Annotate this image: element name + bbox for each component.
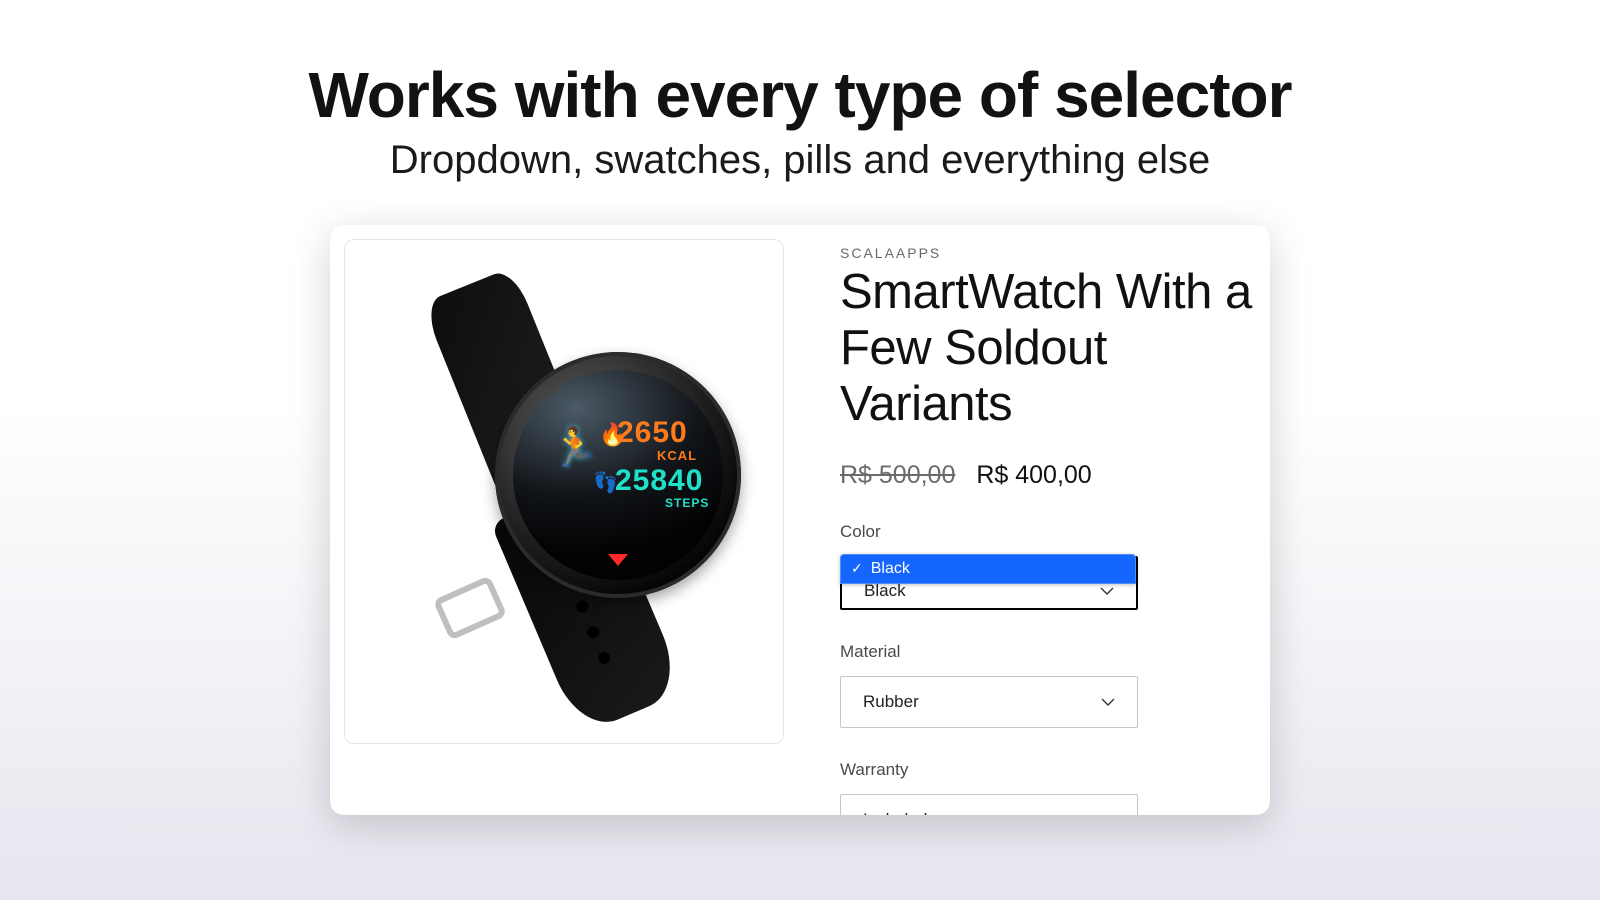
price-sale: R$ 400,00: [976, 461, 1091, 489]
chevron-down-icon: [1101, 813, 1115, 815]
price-original: R$ 500,00: [840, 461, 955, 489]
warranty-select[interactable]: Included: [840, 794, 1138, 815]
product-brand: SCALAAPPS: [840, 245, 1252, 261]
warranty-select-value: Included: [863, 810, 927, 815]
kcal-label: KCAL: [657, 448, 697, 463]
color-option-label: Black: [871, 560, 910, 578]
material-select-value: Rubber: [863, 692, 919, 712]
product-image[interactable]: 🏃 🔥 2650 KCAL 👣 25840 STEPS: [344, 239, 784, 744]
steps-label: STEPS: [665, 496, 709, 510]
material-label: Material: [840, 642, 1252, 662]
kcal-value: 2650: [617, 416, 688, 450]
watch-buckle: [433, 575, 508, 640]
chevron-down-icon: [1100, 584, 1114, 598]
material-field: Material Rubber: [840, 642, 1252, 728]
check-icon: ✓: [851, 560, 863, 577]
warranty-field: Warranty Included: [840, 760, 1252, 815]
product-card: 🏃 🔥 2650 KCAL 👣 25840 STEPS SCALAAPPS Sm…: [330, 225, 1270, 815]
color-label: Color: [840, 522, 1252, 542]
color-dropdown-option-black[interactable]: ✓ Black: [840, 554, 1136, 584]
hero-subtitle: Dropdown, swatches, pills and everything…: [0, 138, 1600, 183]
material-select[interactable]: Rubber: [840, 676, 1138, 728]
triangle-indicator-icon: [608, 554, 628, 566]
smartwatch-illustration: 🏃 🔥 2650 KCAL 👣 25840 STEPS: [385, 282, 741, 712]
watch-face: 🏃 🔥 2650 KCAL 👣 25840 STEPS: [495, 352, 741, 598]
steps-value: 25840: [615, 464, 703, 498]
chevron-down-icon: [1101, 695, 1115, 709]
color-field: Color ✓ Black Black: [840, 522, 1252, 610]
product-prices: R$ 500,00 R$ 400,00: [840, 461, 1252, 490]
product-details: SCALAAPPS SmartWatch With a Few Soldout …: [784, 239, 1252, 815]
hero-header: Works with every type of selector Dropdo…: [0, 0, 1600, 183]
product-title: SmartWatch With a Few Soldout Variants: [840, 265, 1252, 433]
warranty-label: Warranty: [840, 760, 1252, 780]
color-select-value: Black: [864, 581, 906, 601]
hero-title: Works with every type of selector: [0, 58, 1600, 132]
